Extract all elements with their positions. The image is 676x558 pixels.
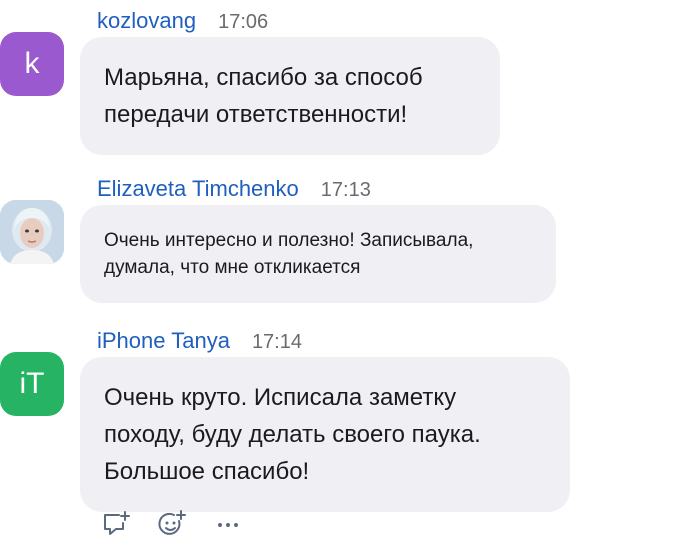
message-actions (100, 508, 244, 540)
message-header: kozlovang 17:06 (97, 8, 268, 34)
reply-button[interactable] (100, 508, 132, 540)
more-button[interactable] (212, 508, 244, 540)
avatar[interactable]: k (0, 32, 64, 96)
message-bubble: Очень интересно и полезно! Записывала, д… (80, 205, 556, 303)
message-time: 17:14 (251, 331, 302, 353)
message-bubble: Очень круто. Исписала заметку походу, бу… (80, 357, 570, 512)
message-header: iPhone Tanya 17:14 (97, 328, 302, 354)
add-reaction-button[interactable] (156, 508, 188, 540)
more-icon (218, 523, 238, 527)
sender-name[interactable]: kozlovang (97, 8, 196, 34)
avatar-photo[interactable] (0, 200, 64, 264)
avatar[interactable]: iT (0, 352, 64, 416)
sender-name[interactable]: iPhone Tanya (97, 328, 230, 354)
message-bubble: Марьяна, спасибо за способ передачи отве… (80, 37, 500, 155)
message-time: 17:06 (218, 11, 269, 33)
add-reaction-icon (158, 510, 186, 535)
avatar-portrait-icon (0, 200, 64, 264)
message-time: 17:13 (320, 179, 371, 201)
reply-icon (104, 511, 130, 535)
message-header: Elizaveta Timchenko 17:13 (97, 176, 371, 202)
sender-name[interactable]: Elizaveta Timchenko (97, 176, 299, 202)
